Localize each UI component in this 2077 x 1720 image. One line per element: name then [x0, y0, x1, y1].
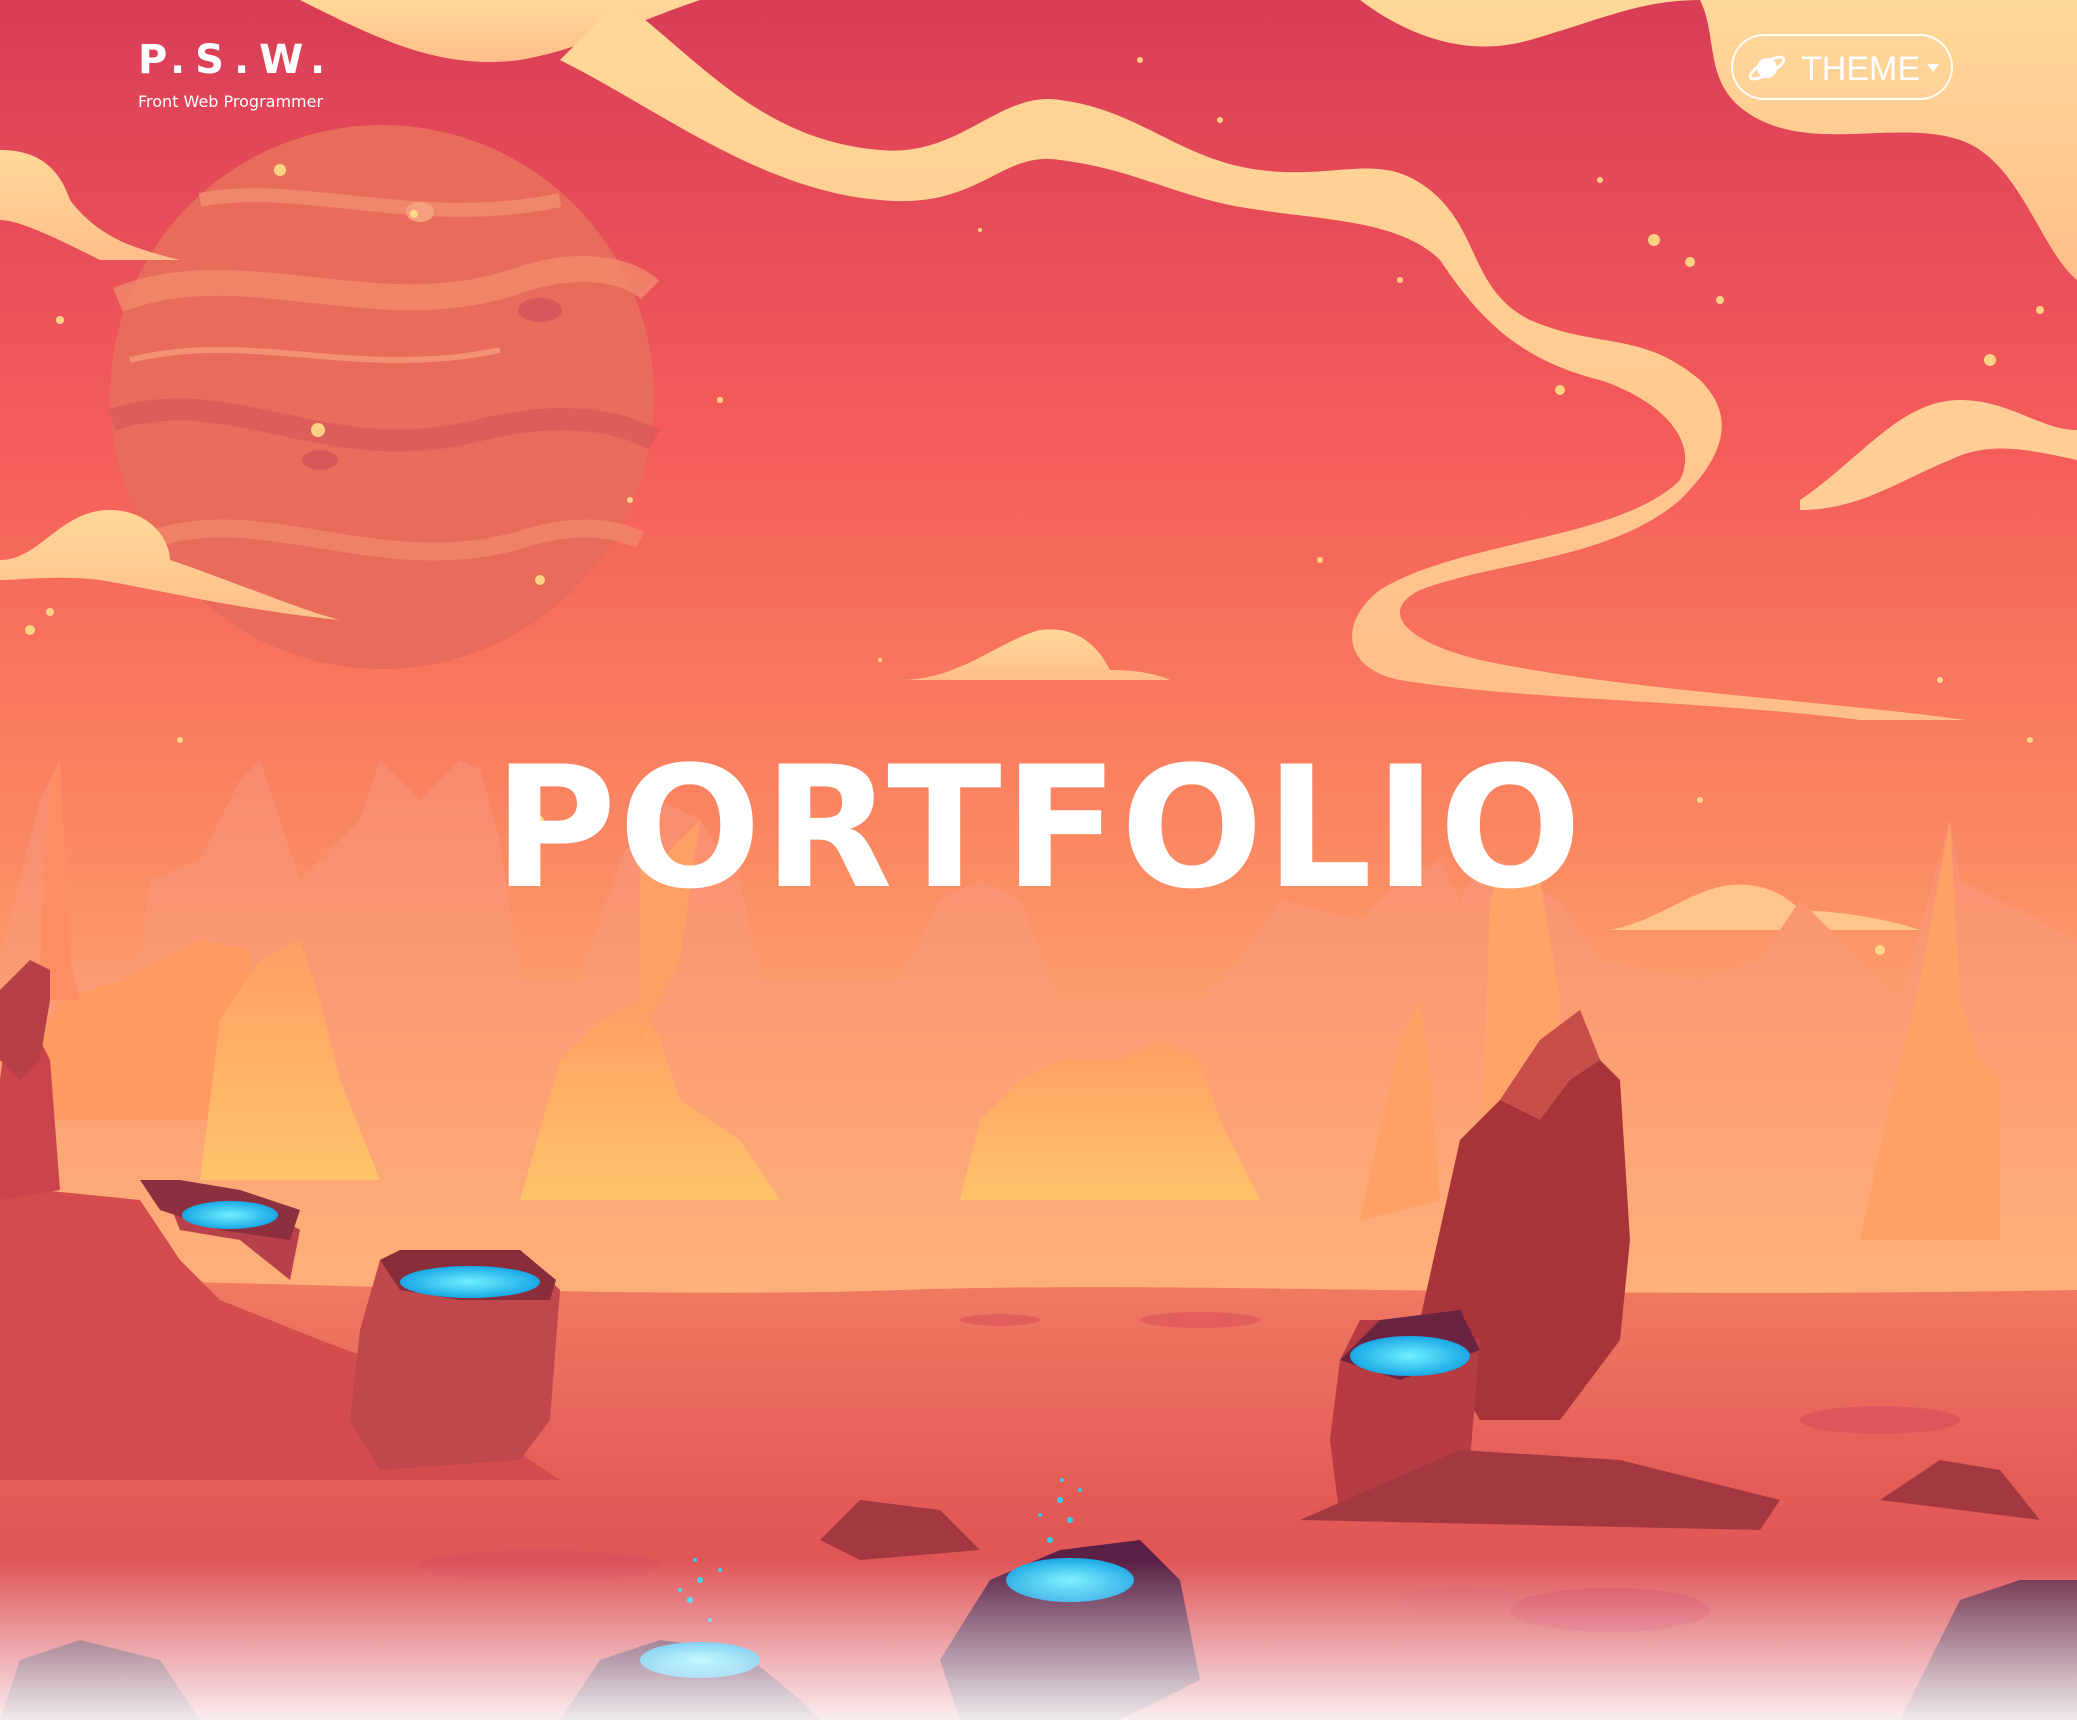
theme-button-label: THEME [1801, 50, 1920, 88]
theme-dropdown-button[interactable]: THEME [1731, 34, 1953, 100]
caret-down-icon [1927, 64, 1939, 72]
planet-icon [1748, 55, 1786, 81]
brand-name: P.S.W. [138, 37, 336, 83]
hero-title: PORTFOLIO [493, 730, 1584, 926]
portfolio-landing-page: P.S.W. Front Web Programmer THEME PORTFO… [0, 0, 2077, 1720]
bottom-fade-overlay [0, 1560, 2077, 1720]
brand-tagline: Front Web Programmer [138, 92, 324, 111]
brand-logo[interactable]: P.S.W. Front Web Programmer [138, 36, 335, 112]
